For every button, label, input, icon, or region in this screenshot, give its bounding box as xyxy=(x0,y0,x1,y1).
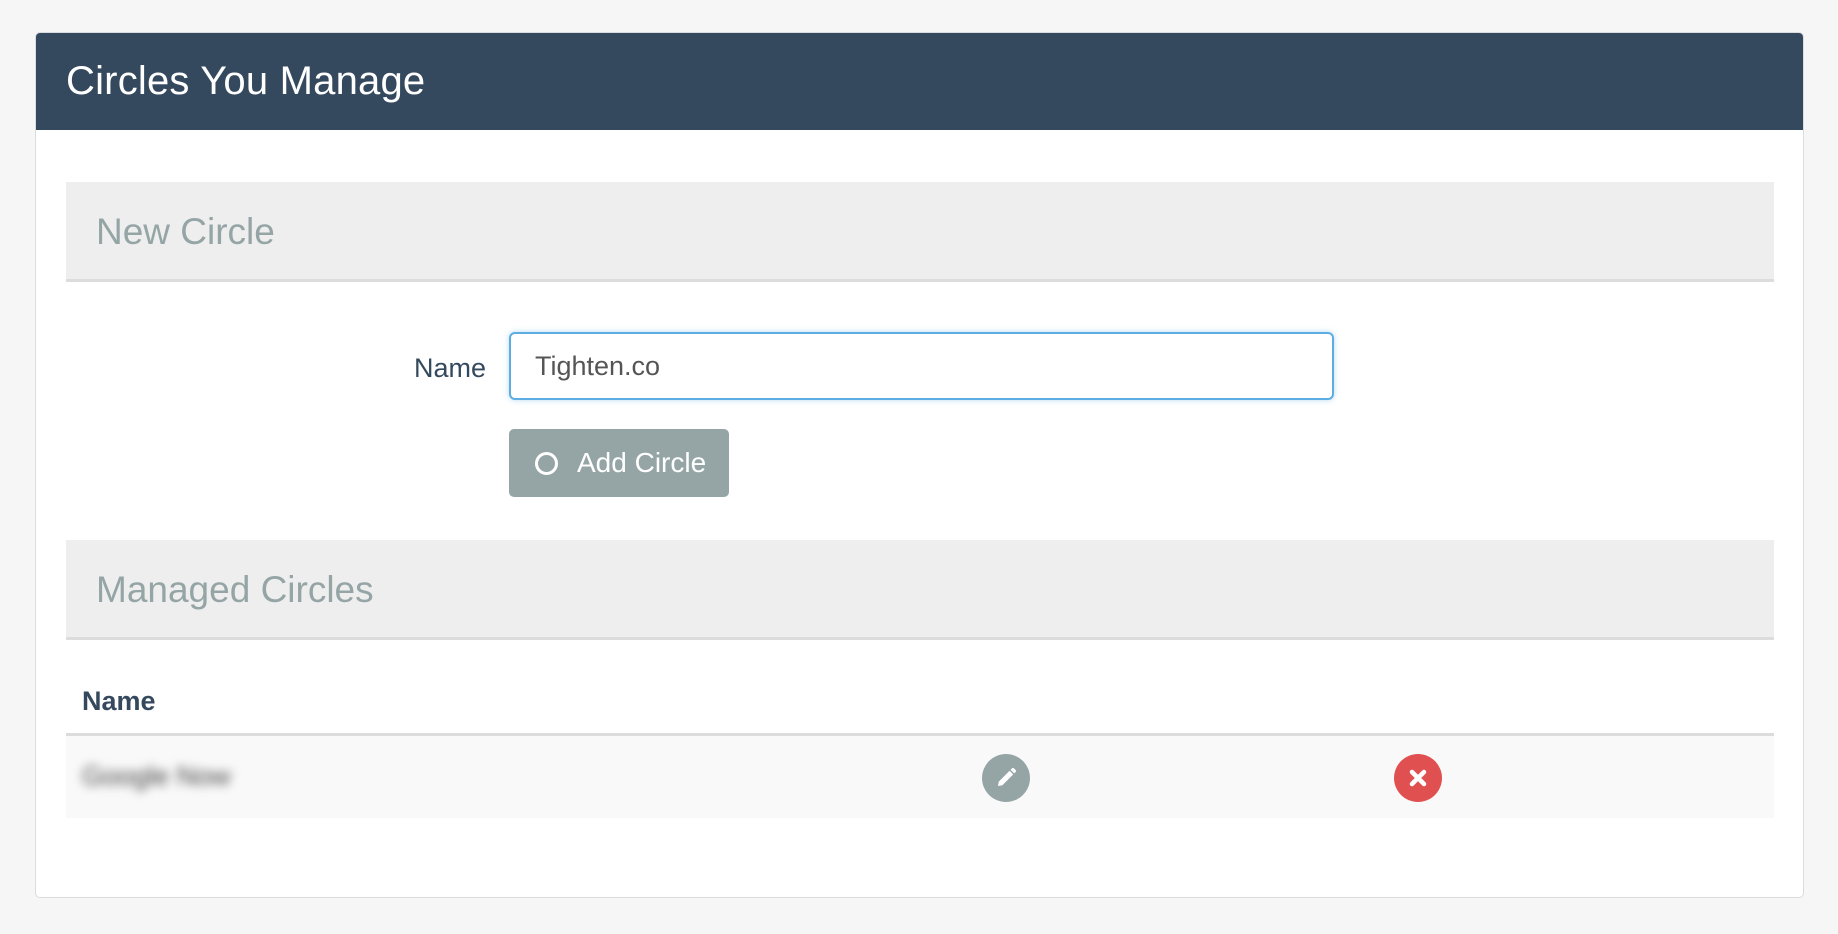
pencil-icon xyxy=(998,767,1017,786)
table-row: Google Now xyxy=(66,736,1774,818)
table-header: Name xyxy=(66,669,1774,736)
circle-name-input[interactable] xyxy=(509,332,1334,400)
circles-panel: Circles You Manage New Circle Name Add C… xyxy=(35,32,1804,898)
x-icon xyxy=(1409,769,1427,787)
add-circle-button[interactable]: Add Circle xyxy=(509,429,729,497)
managed-circles-heading: Managed Circles xyxy=(66,540,1774,640)
add-circle-button-label: Add Circle xyxy=(577,447,707,478)
column-header-name: Name xyxy=(82,686,156,716)
circle-outline-icon xyxy=(535,451,558,475)
panel-title: Circles You Manage xyxy=(36,33,1803,130)
edit-circle-button[interactable] xyxy=(982,754,1030,802)
delete-circle-button[interactable] xyxy=(1394,754,1442,802)
name-label: Name xyxy=(413,353,486,383)
new-circle-heading: New Circle xyxy=(66,182,1774,282)
circle-name-cell: Google Now xyxy=(82,761,231,791)
